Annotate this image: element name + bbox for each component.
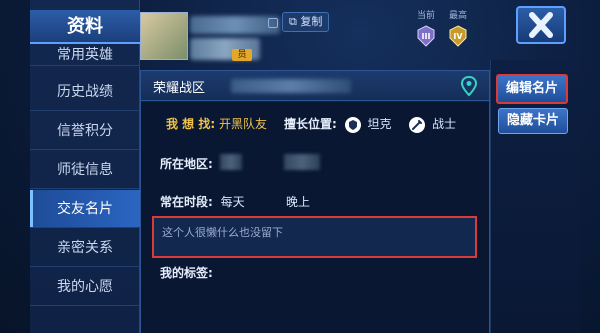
card-title: 荣耀战区 — [153, 81, 206, 96]
role-warrior-label: 战士 — [432, 117, 457, 131]
warrior-icon — [409, 116, 426, 133]
sidebar-item-mentor[interactable]: 师徒信息 — [30, 151, 140, 189]
period-day: 每天 — [220, 195, 245, 209]
sidebar-title: 资料 — [30, 10, 140, 44]
period-row: 常在时段: 每天 — [160, 193, 245, 210]
tank-icon — [344, 116, 361, 133]
server-name-blurred — [231, 79, 351, 93]
close-button[interactable] — [516, 6, 566, 44]
region-row: 所在地区: — [160, 155, 213, 172]
signature-text: 这个人很懒什么也没留下 — [162, 226, 283, 239]
want-label: 我 想 找: — [166, 117, 216, 131]
sidebar-item-wishes[interactable]: 我的心愿 — [30, 268, 140, 306]
player-name-blurred — [190, 16, 280, 34]
edit-card-button[interactable]: 编辑名片 — [496, 74, 568, 104]
region-province-blurred — [220, 154, 242, 170]
tags-label: 我的标签: — [160, 266, 213, 280]
close-icon — [529, 12, 553, 38]
tags-row: 我的标签: — [160, 264, 213, 281]
sidebar: 资料 常用英雄 历史战绩 信誉积分 师徒信息 交友名片 亲密关系 我的心愿 — [30, 0, 140, 333]
sidebar-item-intimacy[interactable]: 亲密关系 — [30, 229, 140, 267]
profile-header: 员 ⧉ 复制 当前 III 最高 IV — [140, 0, 490, 70]
rank-current-numeral: III — [422, 32, 431, 41]
rank-max: 最高 IV — [440, 8, 476, 48]
period-time: 晚上 — [286, 195, 311, 209]
tag-icon — [268, 18, 278, 28]
region-city-blurred — [284, 154, 320, 170]
vip-badge: 员 — [232, 49, 252, 61]
period-time-row: 晚上 — [286, 193, 310, 210]
period-label: 常在时段: — [160, 195, 213, 209]
hide-card-button[interactable]: 隐藏卡片 — [498, 108, 568, 134]
sidebar-item-common-heroes[interactable]: 常用英雄 — [30, 44, 140, 66]
copy-button[interactable]: ⧉ 复制 — [282, 12, 330, 32]
position-label: 擅长位置: — [284, 117, 337, 131]
avatar[interactable] — [140, 12, 188, 60]
region-label: 所在地区: — [160, 157, 213, 171]
sidebar-item-friend-card[interactable]: 交友名片 — [30, 190, 140, 228]
rank-max-numeral: IV — [453, 32, 463, 41]
rank-current: 当前 III — [408, 8, 444, 48]
copy-label: 复制 — [300, 15, 323, 28]
rank-max-icon: IV — [449, 25, 467, 47]
sidebar-item-history[interactable]: 历史战绩 — [30, 73, 140, 111]
want-row: 我 想 找: 开黑队友 — [166, 115, 267, 132]
want-value: 开黑队友 — [218, 117, 267, 131]
rank-max-label: 最高 — [448, 11, 467, 21]
rank-current-label: 当前 — [416, 11, 435, 21]
rank-current-icon: III — [417, 25, 435, 47]
signature-box[interactable]: 这个人很懒什么也没留下 — [152, 216, 477, 258]
card-header: 荣耀战区 — [141, 71, 489, 101]
position-row: 擅长位置: 坦克 战士 — [284, 115, 456, 133]
copy-icon: ⧉ — [289, 15, 297, 28]
sidebar-item-credit[interactable]: 信誉积分 — [30, 112, 140, 150]
role-tank-label: 坦克 — [367, 117, 392, 131]
location-pin-icon[interactable] — [459, 75, 479, 97]
